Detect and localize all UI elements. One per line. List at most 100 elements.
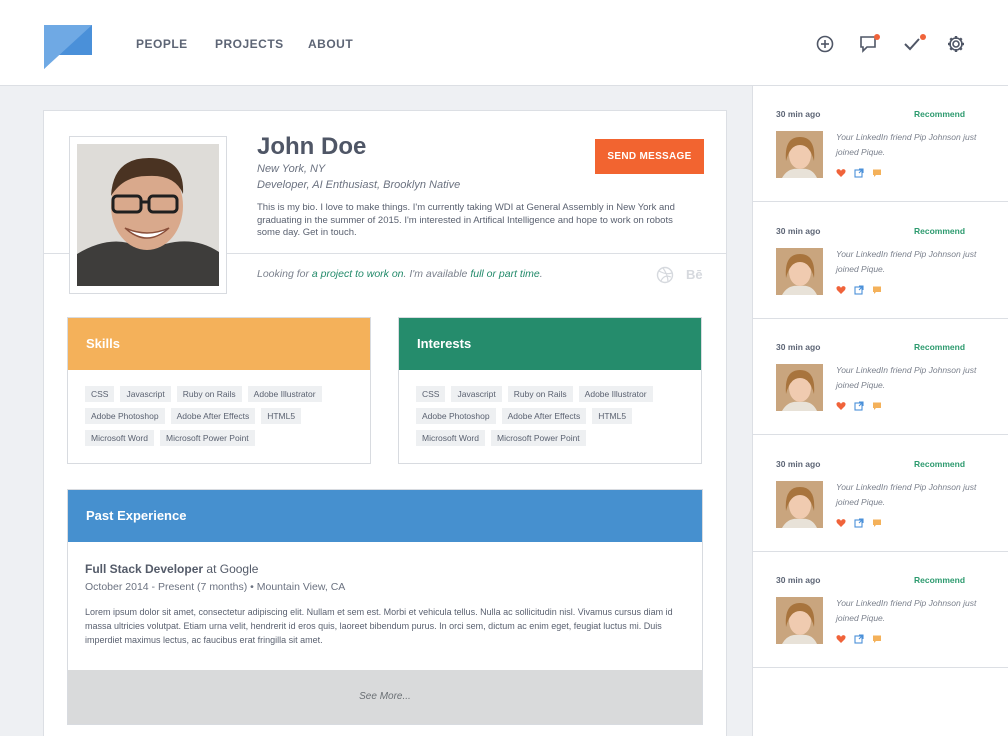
nav-about[interactable]: ABOUT <box>308 37 353 51</box>
tasks-notification-dot <box>920 34 926 40</box>
gear-icon[interactable] <box>946 34 966 54</box>
profile-location: New York, NY <box>257 163 326 175</box>
feed-actions <box>836 401 882 411</box>
avatar[interactable] <box>776 247 823 295</box>
avatar[interactable] <box>776 131 823 178</box>
avatar[interactable] <box>776 597 823 644</box>
behance-icon[interactable]: Bē <box>686 267 703 282</box>
experience-card: Past Experience Full Stack Developer at … <box>67 489 703 725</box>
feed-actions <box>836 168 882 178</box>
see-more-button[interactable]: See More... <box>68 670 702 724</box>
experience-title: Past Experience <box>68 490 702 542</box>
heart-icon[interactable] <box>836 285 846 295</box>
feed-time: 30 min ago <box>776 575 821 585</box>
job-description: Lorem ipsum dolor sit amet, consectetur … <box>85 607 673 645</box>
heart-icon[interactable] <box>836 401 846 411</box>
recommend-link[interactable]: Recommend <box>914 226 965 236</box>
interest-tag[interactable]: HTML5 <box>592 408 633 424</box>
add-circle-icon[interactable] <box>815 34 835 54</box>
avatar[interactable] <box>776 364 823 411</box>
heart-icon[interactable] <box>836 518 846 528</box>
external-link-icon[interactable] <box>854 284 864 295</box>
external-link-icon[interactable] <box>854 168 864 178</box>
feed-item: 30 min ago Recommend Your LinkedIn friend … <box>753 436 1008 552</box>
feed-actions <box>836 634 882 644</box>
feed-item: 30 min ago Recommend Your LinkedIn friend … <box>753 203 1008 319</box>
interest-tag[interactable]: CSS <box>416 386 446 402</box>
nav-projects[interactable]: PROJECTS <box>215 37 284 51</box>
feed-time: 30 min ago <box>776 109 821 119</box>
comment-icon[interactable] <box>872 168 882 178</box>
feed-item: 30 min ago Recommend Your LinkedIn friend … <box>753 86 1008 202</box>
heart-icon[interactable] <box>836 168 846 178</box>
project-link[interactable]: a project to work on <box>312 268 404 280</box>
external-link-icon[interactable] <box>854 634 864 644</box>
interests-card: Interests CSS Javascript Ruby on Rails A… <box>398 317 702 464</box>
skill-tag[interactable]: Microsoft Power Point <box>160 430 255 446</box>
skills-card: Skills CSS Javascript Ruby on Rails Adob… <box>67 317 371 464</box>
profile-tagline: Developer, AI Enthusiast, Brooklyn Nativ… <box>257 179 461 191</box>
feed-text: Your LinkedIn friend Pip Johnson just jo… <box>836 365 977 390</box>
feed-actions <box>836 284 882 295</box>
external-link-icon[interactable] <box>854 517 864 528</box>
job-title: Full Stack Developer at Google <box>85 562 259 576</box>
skills-tag-list: CSS Javascript Ruby on Rails Adobe Illus… <box>68 370 370 452</box>
full-part-time-link[interactable]: full or part time <box>470 268 539 280</box>
job-dates: October 2014 - Present (7 months) • Moun… <box>85 581 346 593</box>
top-navbar: PEOPLE PROJECTS ABOUT <box>0 0 1008 86</box>
availability-text: Looking for a project to work on. I'm av… <box>257 268 543 280</box>
interest-tag[interactable]: Javascript <box>451 386 502 402</box>
skill-tag[interactable]: CSS <box>85 386 115 402</box>
feed-time: 30 min ago <box>776 342 821 352</box>
comment-icon[interactable] <box>872 634 882 644</box>
feed-item: 30 min ago Recommend Your LinkedIn friend … <box>753 552 1008 668</box>
logo-icon[interactable] <box>44 25 92 69</box>
interest-tag[interactable]: Adobe Illustrator <box>578 386 653 402</box>
interest-tag[interactable]: Adobe After Effects <box>501 408 587 424</box>
recommend-link[interactable]: Recommend <box>914 342 965 352</box>
recommend-link[interactable]: Recommend <box>914 109 965 119</box>
heart-icon[interactable] <box>836 634 846 644</box>
skill-tag[interactable]: Adobe After Effects <box>170 408 256 424</box>
skill-tag[interactable]: Adobe Photoshop <box>85 408 165 424</box>
job-company: at Google <box>206 562 259 576</box>
profile-name: John Doe <box>257 133 367 160</box>
recommend-link[interactable]: Recommend <box>914 459 965 469</box>
comment-icon[interactable] <box>872 401 882 411</box>
feed-time: 30 min ago <box>776 225 821 236</box>
interests-tag-list: CSS Javascript Ruby on Rails Adobe Illus… <box>399 370 701 452</box>
checkmark-icon[interactable] <box>902 34 922 54</box>
feed-time: 30 min ago <box>776 458 821 469</box>
interest-tag[interactable]: Microsoft Power Point <box>491 430 586 446</box>
nav-people[interactable]: PEOPLE <box>136 37 188 51</box>
feed-actions <box>836 517 882 528</box>
comment-icon[interactable] <box>872 518 882 528</box>
profile-photo <box>77 144 219 286</box>
feed-text: Your LinkedIn friend Pip Johnson just jo… <box>836 481 977 507</box>
send-message-button[interactable]: SEND MESSAGE <box>595 139 704 174</box>
message-notification-dot <box>874 34 880 40</box>
skill-tag[interactable]: Javascript <box>120 386 171 402</box>
comment-icon[interactable] <box>872 285 882 295</box>
external-link-icon[interactable] <box>854 401 864 411</box>
skill-tag[interactable]: HTML5 <box>261 408 302 424</box>
skill-tag[interactable]: Adobe Illustrator <box>247 386 322 402</box>
profile-photo-frame <box>69 136 227 294</box>
feed-text: Your LinkedIn friend Pip Johnson just jo… <box>836 132 977 157</box>
activity-feed: 30 min ago Recommend Your LinkedIn friend … <box>752 86 1008 736</box>
profile-bio: This is my bio. I love to make things. I… <box>257 202 675 238</box>
dribbble-icon[interactable] <box>656 266 674 284</box>
feed-text: Your LinkedIn friend Pip Johnson just jo… <box>836 598 977 623</box>
interest-tag[interactable]: Adobe Photoshop <box>416 408 496 424</box>
avatar[interactable] <box>776 480 823 528</box>
interest-tag[interactable]: Ruby on Rails <box>507 386 573 402</box>
feed-item: 30 min ago Recommend Your LinkedIn friend … <box>753 319 1008 435</box>
recommend-link[interactable]: Recommend <box>914 575 965 585</box>
feed-text: Your LinkedIn friend Pip Johnson just jo… <box>836 248 977 274</box>
skills-title: Skills <box>68 318 370 370</box>
skill-tag[interactable]: Ruby on Rails <box>176 386 242 402</box>
skill-tag[interactable]: Microsoft Word <box>85 430 154 446</box>
interest-tag[interactable]: Microsoft Word <box>416 430 485 446</box>
interests-title: Interests <box>399 318 701 370</box>
profile-card: John Doe New York, NY Developer, AI Enth… <box>43 110 727 736</box>
